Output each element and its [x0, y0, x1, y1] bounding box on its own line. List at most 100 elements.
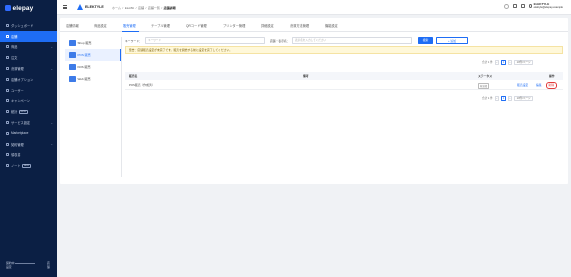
- sales-category-item[interactable]: POS 販売: [65, 49, 121, 61]
- sidebar-item-label: 店舗: [11, 34, 18, 39]
- add-button[interactable]: + 追加: [436, 37, 468, 44]
- sidebar-item-icon: [6, 121, 9, 125]
- sales-category-item[interactable]: KDS 販売: [65, 61, 121, 73]
- sidebar-item-icon: [6, 164, 9, 168]
- breadcrumb-separator: /: [122, 5, 124, 10]
- breadcrumb-item[interactable]: ElekBit: [125, 6, 134, 10]
- sidebar-item[interactable]: 契約管理 ⌄: [0, 139, 57, 150]
- sidebar-footer-sub[interactable]: 設定: [6, 265, 35, 269]
- per-page-select[interactable]: 10件/ページ: [514, 96, 534, 101]
- search-button[interactable]: 検索: [418, 37, 433, 44]
- breadcrumb-current: 店舗詳細: [163, 5, 176, 10]
- sidebar-item-label: 決済管理: [11, 67, 24, 72]
- chevron-down-icon: ⌄: [50, 142, 53, 147]
- sidebar-item-icon: [6, 99, 9, 103]
- next-page-icon[interactable]: ›: [507, 96, 513, 101]
- next-page-icon[interactable]: ›: [507, 60, 513, 65]
- total-count: 合計 1 件: [482, 97, 493, 101]
- sidebar-item-label: 注文: [11, 56, 18, 61]
- sidebar-item-icon: [6, 88, 9, 92]
- sales-category-item[interactable]: Shop 販売: [65, 37, 121, 49]
- logo[interactable]: elepay: [5, 4, 33, 12]
- prev-page-icon[interactable]: ‹: [494, 60, 500, 65]
- chevron-down-icon: ⌄: [50, 44, 53, 49]
- sidebar-footer-right-bottom: 舗: [47, 265, 50, 269]
- total-count: 合計 1 件: [482, 61, 493, 65]
- name-label: 店舗・表示名：: [270, 38, 290, 43]
- keyword-input[interactable]: キーワード: [145, 37, 265, 44]
- sidebar-item[interactable]: 領収書: [0, 150, 57, 161]
- page-number[interactable]: 1: [501, 60, 506, 65]
- divider: [121, 37, 122, 177]
- sidebar-item[interactable]: Marketplace: [0, 128, 57, 139]
- tab[interactable]: 機能設定: [325, 23, 338, 28]
- sidebar-item-label: ダッシュボード: [11, 23, 34, 28]
- per-page-select[interactable]: 10件/ページ: [514, 60, 534, 65]
- category-label: KDS 販売: [77, 64, 91, 69]
- download-icon[interactable]: [520, 4, 525, 8]
- col-name: 販売名: [129, 74, 138, 79]
- user-menu[interactable]: ELEKTYLE elektyle@elepay.example: [528, 3, 563, 9]
- category-icon: [69, 75, 76, 82]
- status-badge: 有効化: [478, 82, 490, 89]
- breadcrumb-item[interactable]: 店舗一覧: [148, 6, 160, 10]
- sidebar-item[interactable]: ユーザー: [0, 85, 57, 96]
- tab[interactable]: 販売管理: [123, 23, 136, 28]
- sidebar-item-label: 領収書: [11, 153, 21, 158]
- sidebar-item[interactable]: ノート NEW: [0, 160, 57, 171]
- breadcrumb-item[interactable]: 店舗: [138, 6, 144, 10]
- tab[interactable]: 商品設定: [94, 23, 107, 28]
- name-input[interactable]: 表示名を入力してください: [292, 37, 412, 44]
- breadcrumb: ホーム / ElekBit / 店舗 / 店舗一覧 / 店舗詳細: [112, 6, 176, 10]
- page-number[interactable]: 1: [501, 96, 506, 101]
- sidebar-item[interactable]: 注文: [0, 52, 57, 63]
- sidebar-footer-right[interactable]: 店 舗: [47, 261, 50, 269]
- sidebar-item[interactable]: 決済管理 ⌄: [0, 63, 57, 74]
- logo-icon: [5, 5, 11, 11]
- pagination-bottom: 合計 1 件 ‹ 1 › 10件/ページ: [482, 96, 534, 101]
- sidebar-item[interactable]: 統計 NEW: [0, 106, 57, 117]
- row-name: POS販売（作成済）: [129, 82, 155, 87]
- prev-page-icon[interactable]: ‹: [494, 96, 500, 101]
- sidebar-item[interactable]: 店舗オプション: [0, 74, 57, 85]
- tab[interactable]: 店舗情報: [66, 23, 79, 28]
- pagination-top: 合計 1 件 ‹ 1 › 10件/ページ: [482, 60, 534, 65]
- sales-setting-link[interactable]: 販売設定: [517, 83, 528, 87]
- logo-text: elepay: [12, 4, 34, 12]
- sidebar-item-label: 統計: [11, 110, 18, 115]
- sidebar-item[interactable]: ダッシュボード: [0, 20, 57, 31]
- category-icon: [69, 51, 76, 58]
- delete-button[interactable]: 削除: [546, 82, 557, 89]
- sidebar-item[interactable]: サービス設定 ⌄: [0, 117, 57, 128]
- edit-link[interactable]: 編集: [536, 83, 542, 87]
- sidebar-item[interactable]: キャンペーン: [0, 96, 57, 107]
- tab[interactable]: 詳細設定: [261, 23, 274, 28]
- store-switcher[interactable]: ELEKTYLE: [77, 4, 104, 10]
- sidebar-item-icon: [6, 77, 9, 81]
- sidebar: elepay ダッシュボード 店舗 商品 ⌄ 注文 決済管理 ⌄ 店舗オプション ユーザー キャン…: [0, 0, 57, 277]
- breadcrumb-item[interactable]: ホーム: [112, 6, 121, 10]
- breadcrumb-separator: /: [145, 5, 147, 10]
- toggle-icon[interactable]: [503, 3, 509, 9]
- sidebar-item-icon: [6, 67, 9, 71]
- store-icon: [77, 4, 83, 10]
- breadcrumb-separator: /: [161, 5, 163, 10]
- new-badge: NEW: [18, 109, 28, 114]
- sidebar-item-icon: [6, 56, 9, 60]
- sidebar-footer: 契約中 設定: [6, 261, 36, 269]
- notification-icon[interactable]: [512, 4, 517, 8]
- tab[interactable]: テーブル管理: [151, 23, 170, 28]
- sales-category-item[interactable]: Web 販売: [65, 73, 121, 85]
- tab[interactable]: QRコード管理: [186, 23, 207, 28]
- tab[interactable]: プリンター管理: [223, 23, 245, 28]
- sales-category-list: Shop 販売 POS 販売 KDS 販売 Web 販売: [65, 37, 121, 85]
- sidebar-item[interactable]: 店舗: [0, 30, 57, 42]
- keyword-label: キーワード：: [125, 38, 142, 43]
- sidebar-item-icon: [6, 34, 9, 38]
- tab[interactable]: 決済方法管理: [290, 23, 309, 28]
- menu-icon[interactable]: [63, 5, 67, 9]
- sidebar-item-label: ノート: [11, 164, 21, 169]
- col-ops: 操作: [549, 74, 555, 79]
- sidebar-item-icon: [6, 110, 9, 114]
- sidebar-item[interactable]: 商品 ⌄: [0, 42, 57, 53]
